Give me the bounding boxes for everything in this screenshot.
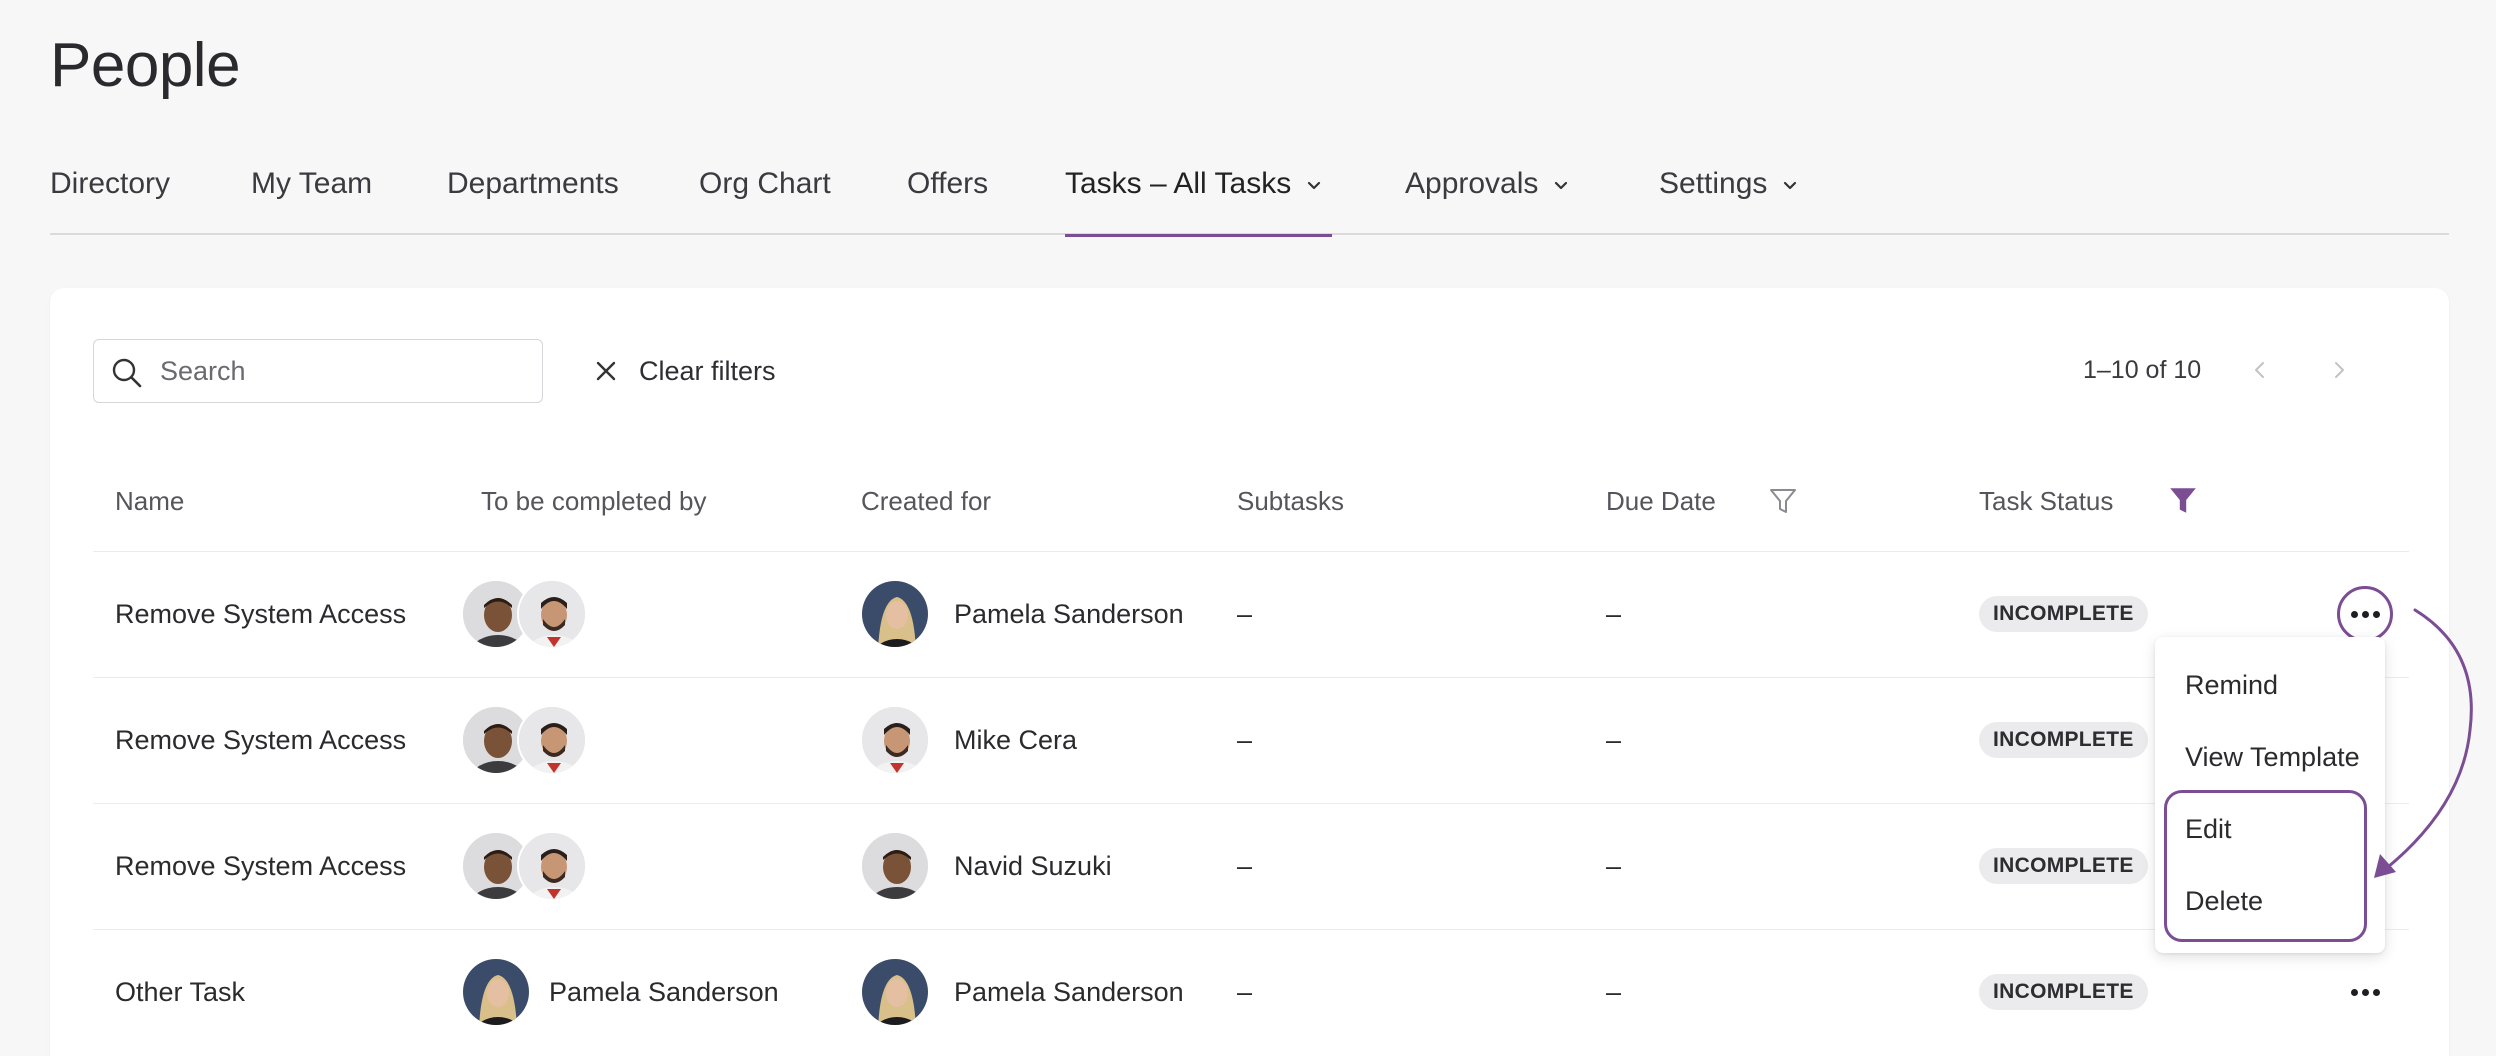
person-name: Pamela Sanderson: [549, 976, 779, 1007]
tab-settings[interactable]: Settings: [1659, 150, 1799, 235]
status-badge: INCOMPLETE: [1979, 848, 2148, 884]
person-name: Mike Cera: [954, 724, 1078, 755]
subtasks-value: –: [1237, 724, 1253, 755]
column-header-subtasks[interactable]: Subtasks: [1237, 486, 1344, 517]
due-date-value: –: [1606, 598, 1622, 629]
tab-directory[interactable]: Directory: [50, 150, 170, 235]
table-row[interactable]: Remove System Access Navid Suzuki – – IN…: [93, 803, 2409, 929]
menu-item-edit[interactable]: Edit: [2185, 814, 2232, 845]
person-name: Pamela Sanderson: [954, 598, 1184, 629]
tab-org-chart[interactable]: Org Chart: [699, 150, 831, 235]
close-icon: [596, 361, 616, 381]
search-icon: [112, 358, 142, 388]
assignee: Pamela Sanderson: [461, 930, 779, 1054]
tab-offers[interactable]: Offers: [907, 150, 988, 235]
table-row[interactable]: Remove System Access Pamela Sanderson – …: [93, 551, 2409, 677]
chevron-down-icon: [1784, 181, 1797, 190]
due-date-value: –: [1606, 850, 1622, 881]
column-header-task-status[interactable]: Task Status: [1979, 486, 2113, 517]
row-actions-menu: Remind View Template Edit Delete: [2155, 637, 2385, 953]
search-box: [93, 339, 543, 403]
subtasks-value: –: [1237, 976, 1253, 1007]
chevron-down-icon: [1555, 181, 1568, 190]
tab-label: Settings: [1659, 167, 1768, 200]
column-header-due-date[interactable]: Due Date: [1606, 486, 1716, 517]
status-badge: INCOMPLETE: [1979, 596, 2148, 632]
avatar: [860, 957, 930, 1027]
annotation-arrow-icon: [2374, 608, 2473, 878]
due-date-value: –: [1606, 976, 1622, 1007]
created-for[interactable]: Pamela Sanderson: [860, 930, 1184, 1054]
assignee-avatars: [461, 678, 587, 802]
subtasks-value: –: [1237, 850, 1253, 881]
column-header-created-for[interactable]: Created for: [861, 486, 991, 517]
table-row[interactable]: Other Task Pamela Sanderson Pamela Sande…: [93, 929, 2409, 1055]
avatar: [461, 957, 531, 1027]
avatar: [860, 579, 930, 649]
task-name[interactable]: Remove System Access: [115, 804, 406, 928]
avatar: [860, 705, 930, 775]
avatar: [860, 831, 930, 901]
subtasks-value: –: [1237, 598, 1253, 629]
assignee-avatars: [461, 552, 587, 676]
clear-filters-label: Clear filters: [639, 355, 776, 386]
chevron-right-icon[interactable]: [2327, 358, 2351, 382]
filter-outline-icon[interactable]: [1768, 486, 1798, 516]
tab-tasks[interactable]: Tasks – All Tasks: [1065, 150, 1332, 237]
person-name: Navid Suzuki: [954, 850, 1112, 881]
tab-label: Approvals: [1405, 167, 1539, 200]
menu-item-view-template[interactable]: View Template: [2185, 742, 2360, 773]
tab-label: Departments: [447, 167, 619, 200]
menu-item-remind[interactable]: Remind: [2185, 670, 2278, 701]
chevron-down-icon: [1308, 181, 1321, 190]
tab-label: Tasks – All Tasks: [1065, 167, 1292, 200]
created-for[interactable]: Navid Suzuki: [860, 804, 1112, 928]
menu-highlight-box: [2164, 790, 2367, 942]
due-date-value: –: [1606, 724, 1622, 755]
search-input[interactable]: [160, 350, 530, 392]
task-name[interactable]: Other Task: [115, 930, 245, 1054]
chevron-left-icon[interactable]: [2248, 358, 2272, 382]
status-badge: INCOMPLETE: [1979, 722, 2148, 758]
more-horizontal-icon: [2350, 988, 2380, 996]
person-name: Pamela Sanderson: [954, 976, 1184, 1007]
tab-label: Org Chart: [699, 167, 831, 200]
table-row[interactable]: Remove System Access Mike Cera – – INCOM…: [93, 677, 2409, 803]
tab-label: Directory: [50, 167, 171, 200]
tab-label: My Team: [251, 167, 373, 200]
avatar: [517, 579, 587, 649]
created-for[interactable]: Pamela Sanderson: [860, 552, 1184, 676]
assignee-avatars: [461, 804, 587, 928]
tab-departments[interactable]: Departments: [447, 150, 619, 235]
menu-item-delete[interactable]: Delete: [2185, 886, 2263, 917]
task-name[interactable]: Remove System Access: [115, 552, 406, 676]
clear-filters-button[interactable]: Clear filters: [595, 344, 776, 398]
nav-tabs: Directory My Team Departments Org Chart …: [50, 150, 2449, 237]
tab-label: Offers: [907, 167, 989, 200]
column-header-completed-by[interactable]: To be completed by: [481, 486, 706, 517]
avatar: [517, 705, 587, 775]
page-title: People: [50, 31, 241, 100]
row-actions-button[interactable]: [2337, 964, 2393, 1020]
status-badge: INCOMPLETE: [1979, 974, 2148, 1010]
avatar: [517, 831, 587, 901]
filter-active-icon[interactable]: [2167, 484, 2199, 516]
created-for[interactable]: Mike Cera: [860, 678, 1077, 802]
column-header-name[interactable]: Name: [115, 486, 184, 517]
tasks-card: Clear filters 1–10 of 10 Name To be comp…: [50, 288, 2449, 1056]
tab-approvals[interactable]: Approvals: [1405, 150, 1570, 235]
pagination-range: 1–10 of 10: [2083, 356, 2202, 384]
task-name[interactable]: Remove System Access: [115, 678, 406, 802]
tab-my-team[interactable]: My Team: [251, 150, 372, 235]
